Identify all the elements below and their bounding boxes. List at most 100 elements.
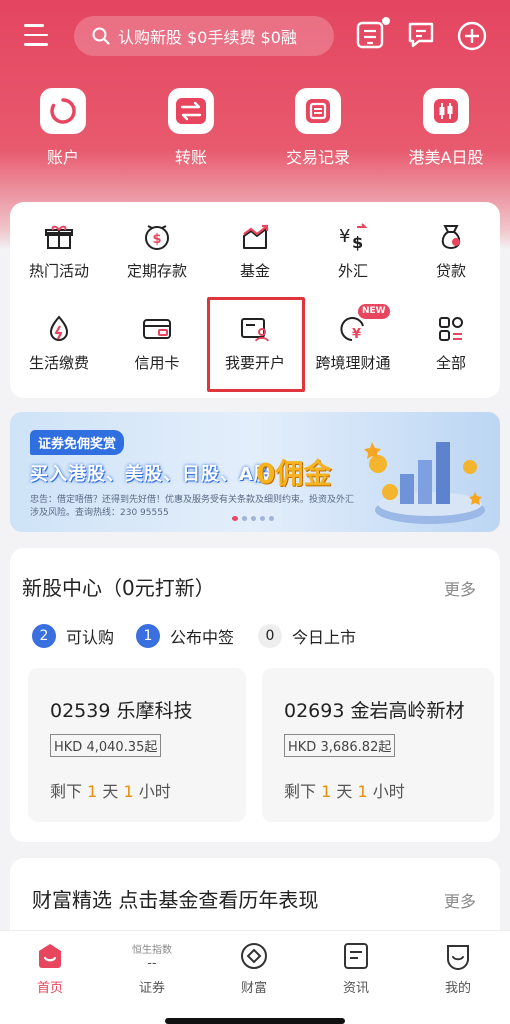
quick-action-records[interactable]: 交易记录: [263, 88, 373, 168]
new-badge: NEW: [358, 304, 390, 319]
quick-action-transfer[interactable]: 转账: [136, 88, 246, 168]
tab-label: 我的: [444, 981, 471, 996]
service-forex[interactable]: ¥ $ 外汇: [302, 220, 404, 281]
index-name: 恒生指数: [132, 945, 172, 956]
quick-action-account[interactable]: 账户: [8, 88, 118, 168]
account-ring-icon: [40, 88, 86, 134]
add-icon[interactable]: [456, 20, 488, 52]
utility-bill-icon: [8, 312, 110, 346]
search-bar[interactable]: 认购新股 $0手续费 $0融: [74, 16, 334, 56]
record-list-icon: [295, 88, 341, 134]
service-label: 热门活动: [28, 262, 89, 280]
ipo-center-title: 新股中心（0元打新）: [22, 576, 215, 600]
stat-count: 1: [136, 624, 160, 648]
service-label: 生活缴费: [28, 354, 89, 372]
ipo-stat-allotment[interactable]: 1 公布中签: [136, 624, 234, 648]
service-loan[interactable]: 贷款: [400, 220, 502, 281]
ipo-name: 02539 乐摩科技: [50, 700, 193, 722]
news-icon: [316, 939, 396, 973]
candlestick-icon: [423, 88, 469, 134]
ipo-time-remaining: 剩下 1 天 1 小时: [284, 782, 405, 801]
service-all[interactable]: 全部: [400, 312, 502, 373]
tab-label: 证券: [138, 981, 165, 996]
service-label: 全部: [435, 354, 466, 372]
service-credit-card[interactable]: 信用卡: [106, 312, 208, 373]
banner-pager: [232, 516, 274, 521]
ipo-stat-subscribable[interactable]: 2 可认购: [32, 624, 114, 648]
quick-action-label: 交易记录: [285, 148, 350, 167]
top-bar: 认购新股 $0手续费 $0融: [0, 14, 510, 58]
ipo-stat-listing-today[interactable]: 0 今日上市: [258, 624, 356, 648]
quick-action-label: 转账: [174, 148, 207, 167]
home-icon: [10, 939, 90, 973]
svg-text:$: $: [352, 233, 363, 252]
ipo-card[interactable]: 02693 金岩高岭新材 HKD 3,686.82起 剩下 1 天 1 小时: [262, 668, 494, 822]
service-hot-activities[interactable]: 热门活动: [8, 220, 110, 281]
forex-icon: ¥ $: [302, 220, 404, 254]
bottom-tab-bar: 首页 恒生指数 -- 证券 财富 资讯 我的: [0, 930, 510, 1024]
index-value: --: [147, 956, 157, 971]
service-label: 基金: [239, 262, 270, 280]
message-box-icon[interactable]: [356, 17, 390, 52]
tab-securities[interactable]: 恒生指数 -- 证券: [112, 939, 192, 996]
service-label: 定期存款: [126, 262, 187, 280]
banner-zero-commission: 0佣金: [256, 457, 332, 490]
ipo-more-link[interactable]: 更多: [444, 576, 476, 600]
tab-label: 资讯: [342, 981, 369, 996]
cross-border-wealth-icon: ¥: [302, 312, 404, 346]
ipo-card[interactable]: 02539 乐摩科技 HKD 4,040.35起 剩下 1 天 1 小时: [28, 668, 246, 822]
fund-chart-icon: [204, 220, 306, 254]
ipo-min-price: HKD 4,040.35起: [50, 734, 162, 757]
stat-label: 今日上市: [292, 628, 357, 647]
service-utilities[interactable]: 生活缴费: [8, 312, 110, 373]
profile-smile-icon: [418, 939, 498, 973]
gift-icon: [8, 220, 110, 254]
quick-action-markets[interactable]: 港美A日股: [391, 88, 501, 168]
ipo-time-remaining: 剩下 1 天 1 小时: [50, 782, 171, 801]
quick-action-label: 账户: [46, 148, 79, 167]
wealth-title: 财富精选 点击基金查看历年表现: [32, 888, 319, 912]
tab-home[interactable]: 首页: [10, 939, 90, 996]
search-placeholder: 认购新股 $0手续费 $0融: [118, 28, 297, 47]
notification-dot: [382, 17, 390, 25]
deposit-clock-icon: $: [106, 220, 208, 254]
stat-label: 公布中签: [170, 628, 235, 647]
loan-bag-icon: [400, 220, 502, 254]
quick-action-label: 港美A日股: [408, 148, 484, 167]
menu-icon[interactable]: [24, 24, 48, 46]
transfer-arrows-icon: [168, 88, 214, 134]
ipo-name: 02693 金岩高岭新材: [284, 700, 465, 722]
hang-seng-index-ticker: 恒生指数 --: [112, 939, 192, 973]
service-fixed-deposit[interactable]: $ 定期存款: [106, 220, 208, 281]
promo-banner[interactable]: 证券免佣奖赏 买入港股、美股、日股、A股 0佣金 忠告：借定唔借？还得到先好借！…: [10, 412, 500, 532]
svg-text:¥: ¥: [339, 226, 350, 247]
tab-news[interactable]: 资讯: [316, 939, 396, 996]
stat-count: 2: [32, 624, 56, 648]
wealth-diamond-icon: [214, 939, 294, 973]
service-label: 外汇: [337, 262, 368, 280]
tab-label: 首页: [36, 981, 63, 996]
service-fund[interactable]: 基金: [204, 220, 306, 281]
banner-tag: 证券免佣奖赏: [30, 430, 125, 455]
banner-illustration: [364, 442, 485, 524]
all-grid-icon: [400, 312, 502, 346]
search-icon: [92, 27, 110, 45]
stat-count: 0: [258, 624, 282, 648]
chat-icon[interactable]: [406, 20, 438, 52]
ipo-min-price: HKD 3,686.82起: [284, 734, 396, 757]
svg-text:¥: ¥: [352, 327, 361, 342]
service-label: 信用卡: [134, 354, 180, 372]
highlight-frame: [207, 297, 305, 392]
home-indicator: [165, 1018, 345, 1024]
credit-card-icon: [106, 312, 208, 346]
wealth-more-link[interactable]: 更多: [444, 888, 476, 912]
service-label: 跨境理财通: [315, 354, 391, 372]
service-label: 贷款: [435, 262, 466, 280]
stat-label: 可认购: [66, 628, 115, 647]
tab-me[interactable]: 我的: [418, 939, 498, 996]
banner-headline: 买入港股、美股、日股、A股: [30, 464, 273, 485]
svg-text:$: $: [152, 232, 161, 247]
tab-wealth[interactable]: 财富: [214, 939, 294, 996]
banner-fine-print: 忠告：借定唔借？还得到先好借！优惠及服务受有关条款及细则约束。投资及外汇涉及风险…: [30, 495, 355, 518]
service-cross-border-wealth[interactable]: ¥ 跨境理财通: [302, 312, 404, 373]
